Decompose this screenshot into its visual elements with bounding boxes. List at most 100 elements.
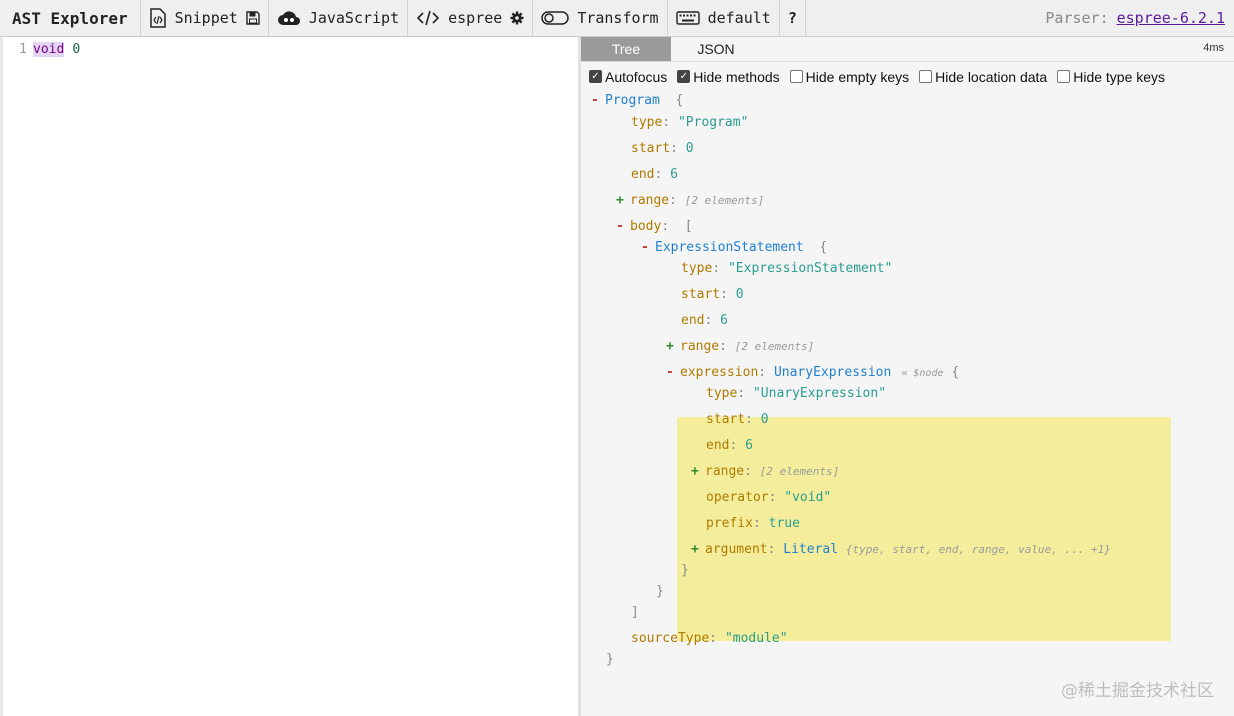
code-file-icon [149,8,167,28]
parser-version-link[interactable]: espree-6.2.1 [1117,9,1225,27]
option-hide-location-data[interactable]: Hide location data [919,69,1047,85]
node-reference: = $node [901,368,944,379]
node-type: Program [605,93,660,108]
close-bracket: ] [631,605,639,620]
node-type: Literal [783,542,839,557]
language-button[interactable]: JavaScript [269,0,409,36]
collapse-toggle[interactable]: - [641,238,655,258]
tree-prop-argument[interactable]: + argument: Literal {type, start, end, ra… [691,540,1111,560]
colon: : [745,412,753,427]
tree-prop-operator: operator: "void" [706,488,831,508]
prop-key: expression [680,365,759,380]
prop-key: range [705,464,745,479]
transform-button[interactable]: Transform [533,0,668,36]
prop-key: type [706,386,738,401]
expand-toggle[interactable]: + [691,540,705,560]
node-type: UnaryExpression [773,365,892,380]
prop-value: 6 [670,167,678,182]
close-brace: } [656,584,664,599]
colon: : [752,516,761,531]
prop-value: true [768,516,800,531]
prop-key: range [630,193,670,208]
tab-json[interactable]: JSON [671,37,761,61]
tree-prop-type: type: "ExpressionStatement" [681,259,892,279]
cloud-icon [277,10,301,26]
checkbox-hide-location-data[interactable] [919,70,933,83]
app-title: AST Explorer [0,0,141,36]
help-button[interactable]: ? [780,0,806,36]
checkbox-hide-methods[interactable]: ✓ [677,70,691,83]
open-brace: { [675,93,684,108]
option-autofocus[interactable]: ✓ Autofocus [589,69,667,85]
tree-node-expression-statement[interactable]: - ExpressionStatement { [641,238,827,258]
colon: : [712,261,721,276]
colon: : [704,313,713,328]
code-editor[interactable]: 1 void 0 [0,37,578,716]
option-hide-methods[interactable]: ✓ Hide methods [677,69,780,85]
prop-key: end [631,167,655,182]
colon: : [729,438,738,453]
tree-prop-type: type: "UnaryExpression" [706,384,886,404]
close-brace-unary: } [681,561,689,581]
checkbox-hide-empty-keys[interactable] [789,70,803,83]
code-number: 0 [72,41,81,57]
close-brace-expression-statement: } [656,582,664,602]
option-label: Autofocus [605,68,668,85]
output-tabs: Tree JSON 4ms [581,37,1234,62]
gear-icon[interactable] [510,11,524,25]
checkbox-autofocus[interactable]: ✓ [589,70,602,83]
tab-tree[interactable]: Tree [581,37,671,61]
colon: : [720,287,728,302]
prop-key: argument [705,542,768,557]
parser-button[interactable]: espree [408,0,534,36]
colon: : [768,490,777,505]
close-brace: } [681,563,689,578]
prop-key: start [706,412,746,427]
collapse-toggle[interactable]: - [666,363,680,383]
colon: : [744,464,752,479]
prop-value: "UnaryExpression" [752,386,887,401]
colon: : [662,115,671,130]
snippet-button[interactable]: Snippet [141,0,269,36]
tree-prop-expression[interactable]: - expression: UnaryExpression = $node { [666,363,959,383]
toggle-icon [541,10,570,26]
prop-value: 0 [760,412,769,427]
tree-prop-range[interactable]: + range: [2 elements] [616,191,764,211]
prop-key: prefix [706,516,753,531]
tree-prop-start: start: 0 [631,139,694,159]
expand-toggle[interactable]: + [691,462,705,482]
checkbox-hide-type-keys[interactable] [1057,70,1071,83]
expand-toggle[interactable]: + [616,191,630,211]
option-label: Hide type keys [1073,68,1166,85]
option-hide-empty-keys[interactable]: Hide empty keys [789,69,909,85]
prop-key: operator [706,490,769,505]
option-hide-type-keys[interactable]: Hide type keys [1057,69,1165,85]
range-summary: [2 elements] [684,194,765,207]
tree-prop-range[interactable]: + range: [2 elements] [666,337,814,357]
tree-prop-source-type: sourceType: "module" [631,629,788,649]
collapse-toggle[interactable]: - [591,91,605,111]
colon: : [654,167,663,182]
tree-prop-prefix: prefix: true [706,514,800,534]
tree-prop-range[interactable]: + range: [2 elements] [691,462,839,482]
code-keyword: void [33,41,65,57]
tree-prop-body[interactable]: - body: [ [616,217,693,237]
prop-key: type [681,261,713,276]
prop-key: body [630,219,662,234]
expand-toggle[interactable]: + [666,337,680,357]
open-bracket: [ [684,219,693,234]
keymap-button[interactable]: default [668,0,780,36]
code-icon [416,10,440,26]
save-icon[interactable] [246,11,260,25]
output-panel: Tree JSON 4ms ✓ Autofocus ✓ Hide methods H… [581,37,1234,716]
tree-node-program[interactable]: - Program { [591,91,683,111]
line-number: 1 [19,41,27,57]
prop-value: "module" [724,631,788,646]
transform-label: Transform [577,9,659,27]
tree-prop-end: end: 6 [631,165,678,185]
prop-value: 0 [735,287,744,302]
parser-info: Parser: espree-6.2.1 [1045,0,1234,36]
keymap-label: default [707,9,771,27]
collapse-toggle[interactable]: - [616,217,630,237]
